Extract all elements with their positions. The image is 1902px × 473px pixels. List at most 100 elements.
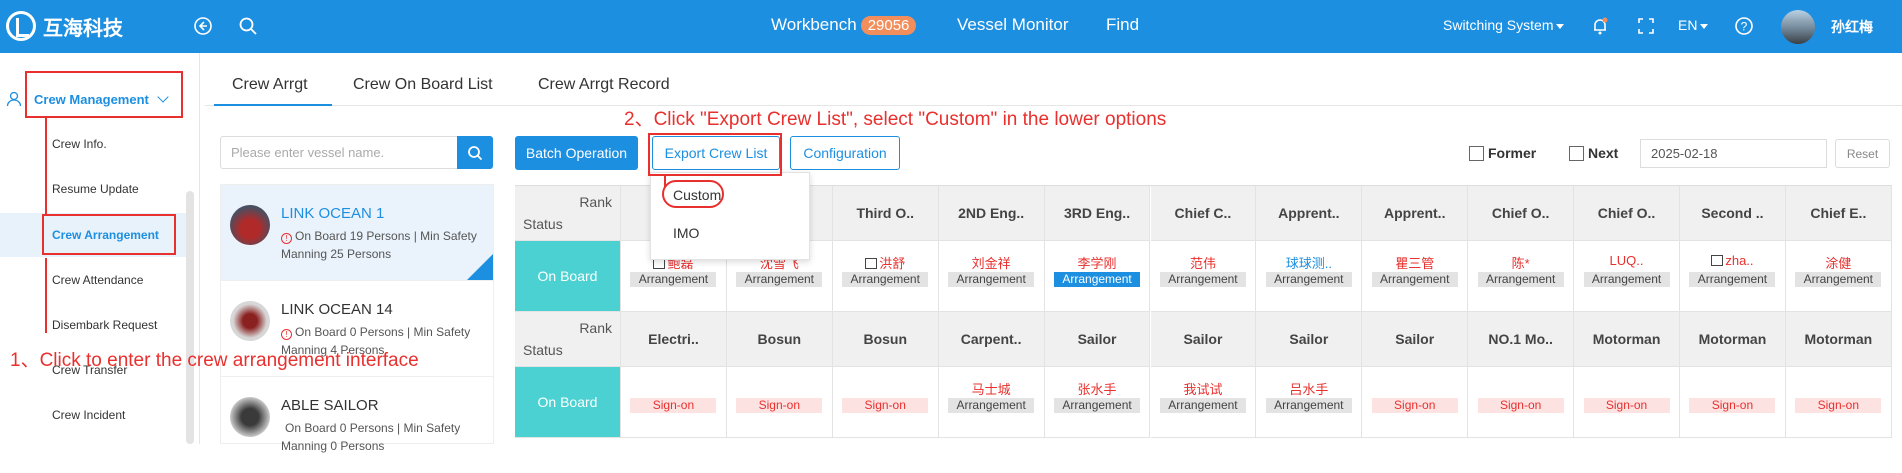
crew-slot[interactable]: 洪舒 Arrangement	[832, 241, 939, 312]
sidebar-scrollbar[interactable]	[186, 191, 194, 444]
back-icon[interactable]	[191, 14, 215, 38]
crew-name[interactable]: 涂健	[1786, 253, 1891, 271]
configuration-button[interactable]: Configuration	[790, 136, 900, 170]
arrangement-button[interactable]: Arrangement	[1265, 272, 1352, 287]
crew-slot[interactable]: 张水手 Arrangement	[1044, 367, 1151, 438]
crew-slot[interactable]: 涂健 Arrangement	[1785, 241, 1892, 312]
crew-name[interactable]	[1574, 379, 1679, 396]
help-icon[interactable]: ?	[1732, 14, 1756, 38]
sign-on-button[interactable]: Sign-on	[1477, 398, 1564, 413]
vessel-item[interactable]: ABLE SAILOR On Board 0 Persons | Min Saf…	[221, 377, 493, 473]
arrangement-button[interactable]: Arrangement	[1054, 272, 1141, 287]
search-button[interactable]	[457, 136, 493, 169]
arrangement-button[interactable]: Arrangement	[948, 272, 1035, 287]
sign-on-button[interactable]: Sign-on	[736, 398, 823, 413]
search-icon[interactable]	[236, 14, 260, 38]
crew-name[interactable]: LUQ..	[1574, 253, 1679, 270]
arrangement-button[interactable]: Arrangement	[1159, 398, 1246, 413]
tab-crew-arrgt-record[interactable]: Crew Arrgt Record	[538, 76, 670, 94]
crew-slot[interactable]: Sign-on	[1362, 367, 1469, 438]
crew-name[interactable]: 吕水手	[1256, 379, 1361, 397]
sidebar-item-crew-attendance[interactable]: Crew Attendance	[0, 258, 188, 302]
arrangement-button[interactable]: Arrangement	[948, 398, 1035, 413]
crew-name[interactable]: 球球测..	[1256, 253, 1361, 271]
former-checkbox[interactable]: Former	[1469, 145, 1536, 161]
sidebar-item-disembark-request[interactable]: Disembark Request	[0, 303, 188, 347]
crew-slot[interactable]: LUQ.. Arrangement	[1574, 241, 1680, 312]
crew-name[interactable]: 刘金祥	[939, 253, 1044, 271]
crew-name[interactable]: 范伟	[1151, 253, 1256, 271]
crew-slot[interactable]: 球球测.. Arrangement	[1256, 241, 1363, 312]
logo[interactable]: 互海科技	[6, 11, 123, 41]
crew-slot[interactable]: 马士城 Arrangement	[938, 367, 1045, 438]
nav-find[interactable]: Find	[1106, 15, 1139, 35]
sign-on-button[interactable]: Sign-on	[1583, 398, 1670, 413]
arrangement-button[interactable]: Arrangement	[1265, 398, 1352, 413]
reset-button[interactable]: Reset	[1835, 139, 1890, 168]
switching-system-dropdown[interactable]: Switching System	[1443, 17, 1565, 33]
crew-slot[interactable]: 瞿三管 Arrangement	[1362, 241, 1469, 312]
crew-name[interactable]: 马士城	[939, 379, 1044, 397]
crew-name[interactable]	[1680, 379, 1785, 396]
crew-slot[interactable]: Sign-on	[621, 367, 727, 438]
sign-on-button[interactable]: Sign-on	[1795, 398, 1882, 413]
arrangement-button[interactable]: Arrangement	[1583, 272, 1670, 287]
crew-slot[interactable]: 我试试 Arrangement	[1150, 367, 1257, 438]
vessel-search-input[interactable]: Please enter vessel name.	[220, 136, 457, 169]
crew-name[interactable]	[1786, 379, 1891, 396]
crew-name[interactable]: zha..	[1680, 253, 1785, 270]
arrangement-button[interactable]: Arrangement	[1371, 272, 1458, 287]
crew-slot[interactable]: Sign-on	[1574, 367, 1680, 438]
arrangement-button[interactable]: Arrangement	[1054, 398, 1141, 413]
crew-name[interactable]	[1362, 379, 1467, 396]
nav-vessel-monitor[interactable]: Vessel Monitor	[957, 15, 1069, 35]
crew-name[interactable]: 洪舒	[833, 253, 938, 271]
batch-operation-button[interactable]: Batch Operation	[515, 136, 638, 170]
crew-name[interactable]: 瞿三管	[1362, 253, 1467, 271]
tab-crew-on-board-list[interactable]: Crew On Board List	[353, 76, 493, 94]
sign-on-button[interactable]: Sign-on	[842, 398, 929, 413]
crew-slot[interactable]: Sign-on	[1680, 367, 1786, 438]
crew-slot[interactable]: zha.. Arrangement	[1680, 241, 1786, 312]
crew-slot[interactable]: 李学刚 Arrangement	[1044, 241, 1151, 312]
export-option-imo[interactable]: IMO	[673, 225, 699, 241]
user-avatar[interactable]	[1781, 10, 1815, 44]
sign-on-button[interactable]: Sign-on	[1371, 398, 1458, 413]
vessel-item[interactable]: LINK OCEAN 1 ! On Board 19 Persons | Min …	[221, 185, 493, 281]
sidebar-item-crew-info[interactable]: Crew Info.	[0, 122, 188, 166]
sign-on-button[interactable]: Sign-on	[630, 398, 717, 413]
crew-slot[interactable]: 刘金祥 Arrangement	[938, 241, 1045, 312]
crew-slot[interactable]: Sign-on	[1468, 367, 1575, 438]
crew-name[interactable]: 李学刚	[1045, 253, 1150, 271]
crew-name[interactable]: 张水手	[1045, 379, 1150, 397]
next-checkbox[interactable]: Next	[1569, 145, 1618, 161]
crew-name[interactable]	[621, 379, 726, 396]
user-name[interactable]: 孙红梅	[1831, 17, 1873, 37]
sign-on-button[interactable]: Sign-on	[1689, 398, 1776, 413]
arrangement-button[interactable]: Arrangement	[1159, 272, 1246, 287]
crew-slot[interactable]: Sign-on	[1785, 367, 1892, 438]
crew-slot[interactable]: Sign-on	[832, 367, 939, 438]
arrangement-button[interactable]: Arrangement	[842, 272, 929, 287]
crew-slot[interactable]: Sign-on	[726, 367, 833, 438]
fullscreen-icon[interactable]	[1634, 14, 1658, 38]
nav-workbench[interactable]: Workbench 29056	[771, 15, 917, 35]
sidebar-item-crew-incident[interactable]: Crew Incident	[0, 393, 188, 437]
arrangement-button[interactable]: Arrangement	[1477, 272, 1564, 287]
arrangement-button[interactable]: Arrangement	[630, 272, 717, 287]
arrangement-button[interactable]: Arrangement	[1795, 272, 1882, 287]
sidebar-item-resume-update[interactable]: Resume Update	[0, 167, 188, 211]
crew-slot[interactable]: 范伟 Arrangement	[1150, 241, 1257, 312]
date-input[interactable]: 2025-02-18	[1640, 139, 1827, 168]
crew-name[interactable]	[727, 379, 832, 396]
crew-slot[interactable]: 陈* Arrangement	[1468, 241, 1575, 312]
bell-icon[interactable]	[1588, 14, 1612, 38]
tab-crew-arrgt[interactable]: Crew Arrgt	[232, 76, 308, 94]
crew-name[interactable]	[833, 379, 938, 396]
arrangement-button[interactable]: Arrangement	[1689, 272, 1776, 287]
crew-name[interactable]: 我试试	[1151, 379, 1256, 397]
crew-name[interactable]: 陈*	[1468, 253, 1573, 271]
crew-name[interactable]	[1468, 379, 1573, 396]
language-dropdown[interactable]: EN	[1678, 17, 1709, 33]
arrangement-button[interactable]: Arrangement	[736, 272, 823, 287]
